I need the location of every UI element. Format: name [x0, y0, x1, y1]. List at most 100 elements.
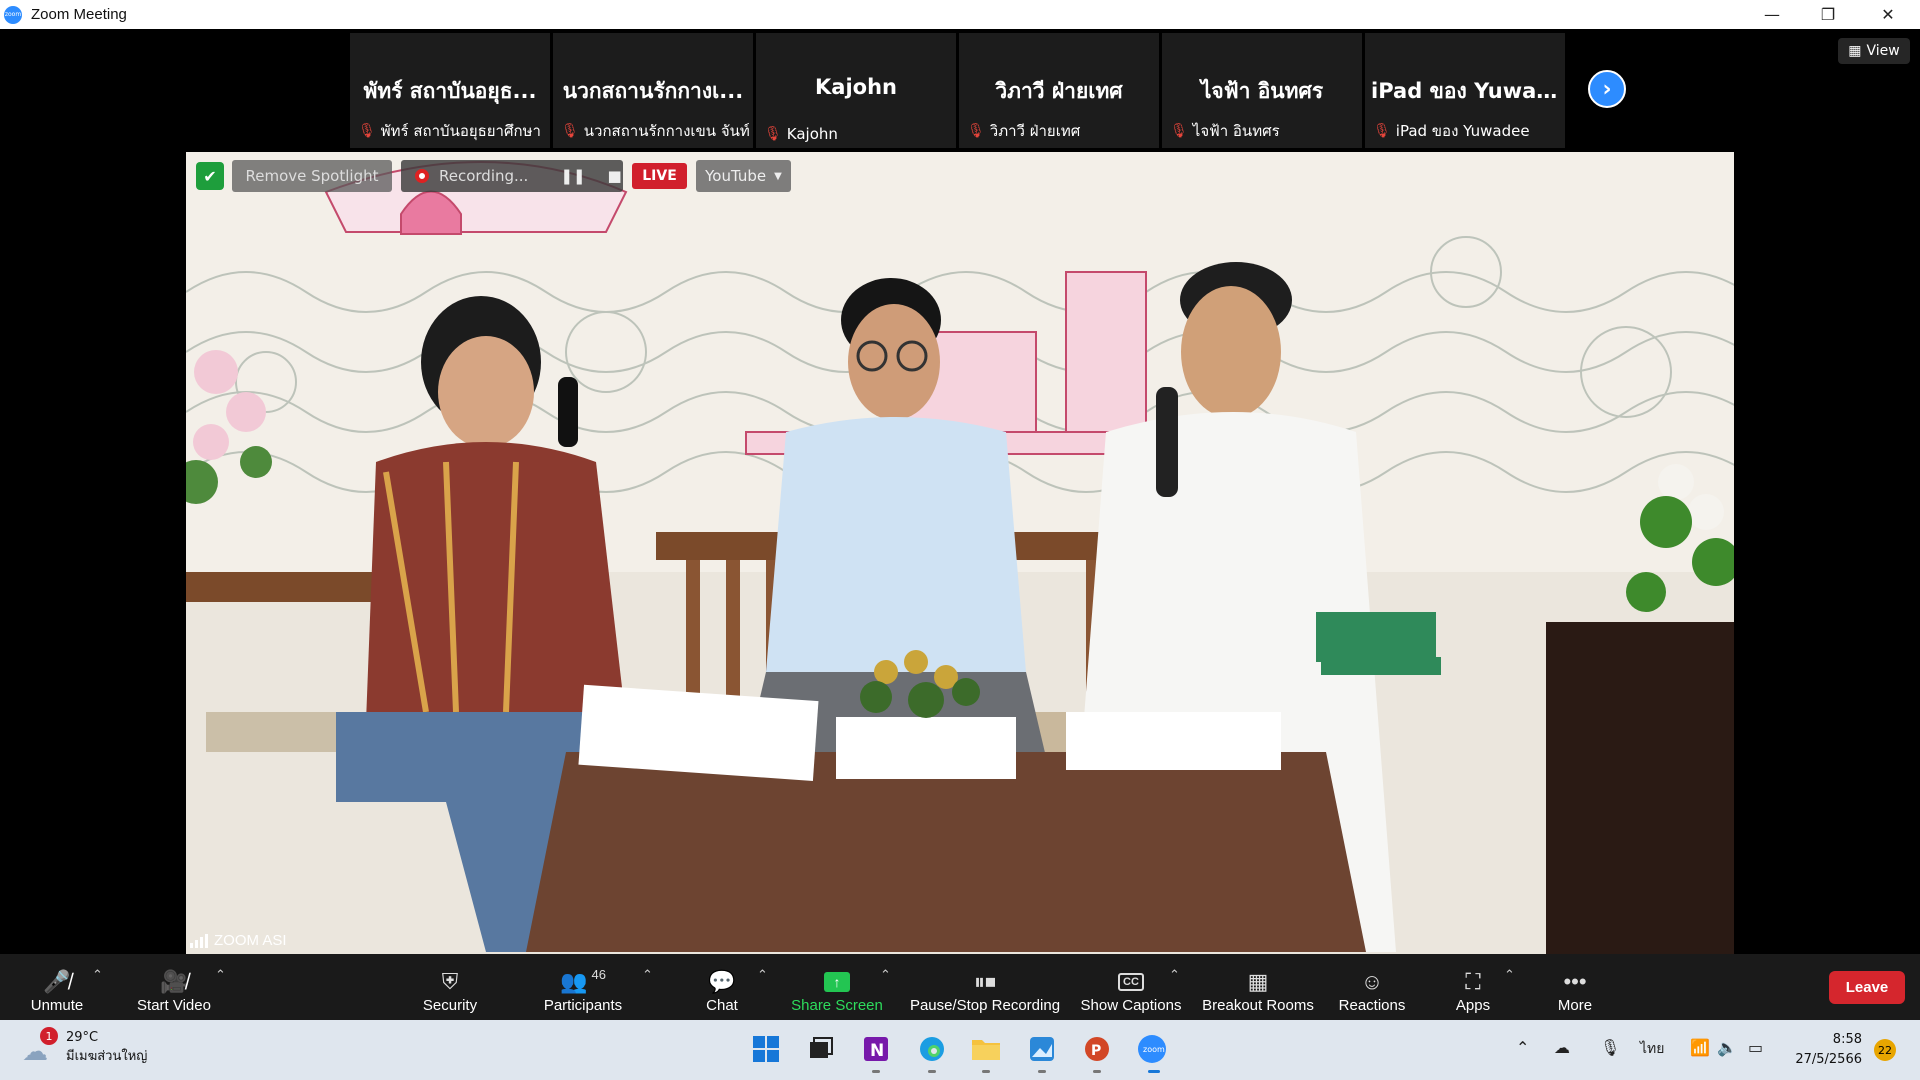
pause-stop-recording-button[interactable]: ⏸⏹ Pause/Stop Recording [908, 954, 1062, 1020]
participant-tile[interactable]: วิภาวี ฝ่ายเทศ 🎙 วิภาวี ฝ่ายเทศ [959, 33, 1159, 148]
participant-tile[interactable]: พัทร์ สถาบันอยุธ... 🎙 พัทร์ สถาบันอยุธยาศ… [350, 33, 550, 148]
zoom-app-icon[interactable]: zoom [1136, 1033, 1168, 1065]
muted-mic-icon: 🎙 [358, 123, 376, 139]
recording-label: Recording... [439, 167, 529, 185]
participants-icon: 👥 46 [560, 967, 606, 994]
clock-date: 27/5/2566 [1795, 1052, 1862, 1067]
unmute-label: Unmute [30, 997, 84, 1014]
muted-mic-icon: 🎙 [764, 126, 782, 142]
edge-icon[interactable] [916, 1033, 948, 1065]
participants-options-chevron-icon[interactable]: ⌃ [642, 968, 653, 983]
chat-label: Chat [706, 997, 738, 1014]
participant-tile[interactable]: iPad ของ Yuwad... 🎙 iPad ของ Yuwadee [1365, 33, 1565, 148]
more-button[interactable]: ••• More [1552, 954, 1598, 1020]
running-indicator [928, 1070, 936, 1073]
participant-display-name: นวกสถานรักกางเ... [562, 79, 744, 103]
unmute-button[interactable]: 🎤̸ Unmute [24, 954, 90, 1020]
chat-options-chevron-icon[interactable]: ⌃ [757, 968, 768, 983]
breakout-rooms-button[interactable]: ▦ Breakout Rooms [1200, 954, 1316, 1020]
start-video-label: Start Video [137, 997, 211, 1014]
show-captions-button[interactable]: CC Show Captions [1080, 954, 1182, 1020]
weather-widget[interactable]: ☁ 1 29°C มีเมฆส่วนใหญ่ [22, 1027, 147, 1067]
photos-icon[interactable] [1026, 1033, 1058, 1065]
speaker-name: ZOOM ASI [214, 932, 287, 949]
onedrive-cloud-icon[interactable]: ☁ [1554, 1038, 1570, 1057]
onenote-icon[interactable]: N [860, 1033, 892, 1065]
apps-icon: ⛶ [1465, 969, 1481, 994]
participant-display-name: พัทร์ สถาบันอยุธ... [363, 79, 537, 103]
leave-button[interactable]: Leave [1829, 971, 1905, 1004]
participant-display-name: iPad ของ Yuwad... [1371, 79, 1565, 103]
battery-icon[interactable]: ▭ [1748, 1038, 1763, 1057]
muted-mic-icon: 🎙 [1170, 123, 1188, 139]
powerpoint-icon[interactable]: P [1081, 1033, 1113, 1065]
windows-taskbar: ☁ 1 29°C มีเมฆส่วนใหญ่ N P zoom ⌃ ☁ 🎙 ไท… [0, 1020, 1920, 1080]
video-options-chevron-icon[interactable]: ⌃ [215, 968, 226, 983]
apps-label: Apps [1455, 997, 1491, 1014]
task-view-icon[interactable] [805, 1033, 837, 1065]
windows-start-icon[interactable] [750, 1033, 782, 1065]
view-button[interactable]: ▦ View [1838, 38, 1910, 64]
system-clock[interactable]: 8:58 27/5/2566 [1780, 1030, 1862, 1070]
share-screen-button[interactable]: ↑ Share Screen [790, 954, 884, 1020]
participant-tile[interactable]: Kajohn 🎙 Kajohn [756, 33, 956, 148]
participant-tile[interactable]: ไจฟ้า อินทศร 🎙 ไจฟ้า อินทศร [1162, 33, 1362, 148]
volume-icon[interactable]: 🔈 [1717, 1038, 1737, 1057]
running-indicator [1093, 1070, 1101, 1073]
minimize-button[interactable]: — [1744, 0, 1800, 29]
apps-button[interactable]: ⛶ Apps [1453, 954, 1493, 1020]
chevron-up-icon[interactable]: ⌃ [1516, 1038, 1529, 1057]
stop-recording-icon[interactable]: ■ [607, 167, 621, 185]
microphone-icon[interactable]: 🎙 [1600, 1038, 1620, 1057]
more-label: More [1557, 997, 1593, 1014]
file-explorer-icon[interactable] [970, 1033, 1002, 1065]
share-screen-icon: ↑ [824, 967, 850, 997]
cc-icon: CC [1118, 967, 1144, 997]
chevron-down-icon: ▼ [774, 170, 782, 182]
weather-temp: 29°C [66, 1030, 99, 1045]
running-indicator [872, 1070, 880, 1073]
next-page-button[interactable]: › [1588, 70, 1626, 108]
chevron-right-icon: › [1602, 76, 1612, 102]
youtube-label: YouTube [705, 167, 767, 185]
input-language[interactable]: ไทย [1640, 1038, 1664, 1060]
chat-button[interactable]: 💬 Chat [700, 954, 744, 1020]
cloudy-weather-icon: ☁ 1 [22, 1027, 58, 1067]
muted-mic-icon: 🎙 [561, 123, 579, 139]
audio-options-chevron-icon[interactable]: ⌃ [92, 968, 103, 983]
security-shield-icon: ✔ [196, 162, 224, 190]
restore-button[interactable]: ❐ [1800, 0, 1856, 29]
svg-text:zoom: zoom [1143, 1045, 1165, 1054]
start-video-button[interactable]: 🎥̸ Start Video [130, 954, 218, 1020]
zoom-logo-icon: zoom [4, 5, 22, 24]
weather-badge: 1 [40, 1027, 58, 1045]
show-captions-label: Show Captions [1080, 997, 1182, 1014]
participant-tile[interactable]: นวกสถานรักกางเ... 🎙 นวกสถานรักกางเขน จันท… [553, 33, 753, 148]
apps-options-chevron-icon[interactable]: ⌃ [1504, 968, 1515, 983]
captions-options-chevron-icon[interactable]: ⌃ [1169, 968, 1180, 983]
pause-stop-icon: ⏸⏹ [973, 969, 996, 994]
reactions-icon: ☺ [1360, 969, 1384, 994]
participant-name-label: iPad ของ Yuwadee [1395, 122, 1530, 140]
recording-icon [415, 169, 429, 183]
close-button[interactable]: ✕ [1860, 0, 1916, 29]
pause-recording-icon[interactable]: ❚❚ [560, 167, 585, 185]
participant-count: 46 [591, 967, 606, 982]
spotlight-video [186, 152, 1734, 954]
shield-icon: ⛨ [441, 969, 459, 994]
security-label: Security [422, 997, 478, 1014]
notification-badge[interactable]: 22 [1874, 1039, 1896, 1061]
video-off-icon: 🎥̸ [160, 969, 188, 994]
security-button[interactable]: ⛨ Security [418, 954, 482, 1020]
participant-display-name: วิภาวี ฝ่ายเทศ [995, 79, 1123, 103]
muted-mic-icon: 🎙 [1373, 123, 1391, 139]
reactions-button[interactable]: ☺ Reactions [1337, 954, 1407, 1020]
wifi-icon[interactable]: 📶 [1690, 1038, 1710, 1057]
window-title: Zoom Meeting [31, 6, 127, 23]
breakout-rooms-icon: ▦ [1247, 969, 1269, 994]
remove-spotlight-button[interactable]: Remove Spotlight [232, 160, 392, 192]
running-indicator [1038, 1070, 1046, 1073]
participants-button[interactable]: 👥 46 Participants [538, 954, 628, 1020]
youtube-dropdown[interactable]: YouTube ▼ [696, 160, 791, 192]
share-options-chevron-icon[interactable]: ⌃ [880, 968, 891, 983]
